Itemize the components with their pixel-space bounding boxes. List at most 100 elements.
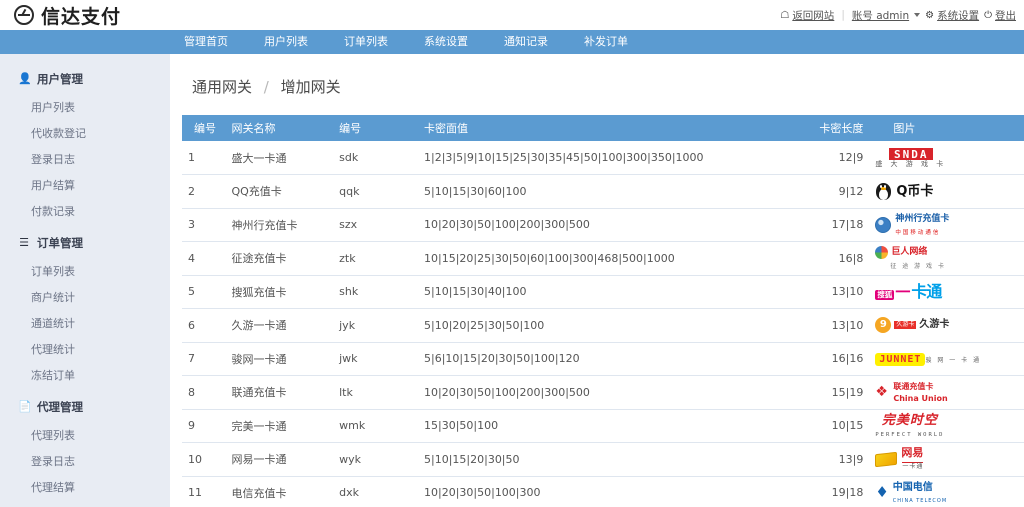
logo-sohu: 搜狐一卡通	[875, 281, 942, 301]
cell-code: sdk	[333, 141, 418, 175]
header-actions: ☖ 返回网站 | 账号 admin ⚙ 系统设置 ⏻ 登出	[780, 0, 1016, 30]
sidebar-item-agent-loginlog[interactable]: 登录日志	[0, 448, 170, 474]
back-to-site-label: 返回网站	[792, 9, 835, 22]
unicom-knot-icon: ❖	[875, 383, 888, 400]
table-row: 1 盛大一卡通 sdk 1|2|3|5|9|10|15|25|30|35|45|50|…	[182, 141, 1024, 175]
nav-item-reissue[interactable]: 补发订单	[566, 30, 646, 54]
logo-szx: 神州行充值卡 中国移动通信	[875, 212, 1024, 237]
globe-icon	[875, 216, 892, 233]
table-row: 7 骏网一卡通 jwk 5|6|10|15|20|30|50|100|120 16|16…	[182, 342, 1024, 376]
breadcrumb-parent[interactable]: 通用网关	[192, 78, 252, 96]
cell-length: 13|10	[765, 275, 870, 309]
top-header: 信达支付 ☖ 返回网站 | 账号 admin ⚙ 系统设置 ⏻ 登出	[0, 0, 1024, 30]
cell-num: 6	[182, 308, 226, 343]
sidebar-item-user-list[interactable]: 用户列表	[0, 94, 170, 120]
cell-face: 1|2|3|5|9|10|15|25|30|35|45|50|100|300|3…	[418, 141, 766, 175]
cell-length: 19|18	[765, 476, 870, 507]
sidebar-item-merchant-stat[interactable]: 商户统计	[0, 284, 170, 310]
logo-zhengtu: 巨人网络征 途 游 戏 卡	[875, 246, 946, 270]
cell-length: 12|9	[765, 141, 870, 175]
brand-logo[interactable]: 信达支付	[14, 2, 121, 29]
back-to-site-button[interactable]: ☖ 返回网站	[780, 8, 834, 23]
sidebar-item-payment-log[interactable]: 付款记录	[0, 198, 170, 224]
cell-name: QQ充值卡	[225, 174, 334, 209]
page-body: 👤 用户管理 用户列表 代收款登记 登录日志 用户结算 付款记录 ☰ 订单管理 …	[0, 54, 1024, 507]
gear-icon: ⚙	[925, 9, 935, 21]
cell-face: 10|20|30|50|100|200|300|500	[418, 208, 766, 242]
sidebar-head-orders[interactable]: ☰ 订单管理	[0, 228, 170, 258]
sidebar-item-agent-stat[interactable]: 代理统计	[0, 336, 170, 362]
cell-face: 5|10|15|30|60|100	[418, 174, 766, 209]
cell-image: 神州行充值卡 中国移动通信	[869, 208, 1024, 242]
cell-image: ♦ 中国电信 CHINA TELECOM	[869, 476, 1024, 507]
sidebar-head-orders-label: 订单管理	[37, 236, 83, 250]
account-menu[interactable]: 账号 admin	[851, 8, 921, 23]
cell-length: 13|10	[765, 308, 870, 343]
nav-item-settings[interactable]: 系统设置	[406, 30, 486, 54]
cell-code: wyk	[333, 442, 418, 477]
sidebar-item-login-log[interactable]: 登录日志	[0, 146, 170, 172]
logo-junnet: JUNNET 骏 网 一 卡 通	[875, 353, 981, 367]
sidebar-item-agent-list[interactable]: 代理列表	[0, 422, 170, 448]
sidebar-item-user-settle[interactable]: 用户结算	[0, 172, 170, 198]
flower-icon	[875, 246, 889, 260]
card-icon	[875, 451, 898, 467]
cell-num: 7	[182, 342, 226, 376]
sidebar-item-channel-stat[interactable]: 通道统计	[0, 310, 170, 336]
sidebar-group-users: 👤 用户管理 用户列表 代收款登记 登录日志 用户结算 付款记录	[0, 64, 170, 224]
cell-name: 搜狐充值卡	[225, 275, 334, 309]
logo-perfect-world: 完美时空 PERFECT WORLD	[875, 412, 945, 438]
cell-image: 9 久游卡 久游卡	[869, 308, 1024, 343]
cell-image: 完美时空 PERFECT WORLD	[869, 409, 1024, 443]
main-content: 通用网关 / 增加网关 编号 网关名称 编号 卡密面值 卡密长度 图片 操作	[170, 54, 1024, 507]
gateway-table-wrapper: 编号 网关名称 编号 卡密面值 卡密长度 图片 操作 1盛大一卡通sdk1|2|…	[170, 115, 1024, 507]
cell-name: 完美一卡通	[225, 409, 334, 443]
chevron-down-icon	[914, 13, 921, 17]
system-settings-button[interactable]: ⚙ 系统设置	[925, 8, 979, 23]
nav-item-user-list[interactable]: 用户列表	[246, 30, 326, 54]
logo-qcoin: Q币卡	[875, 182, 1024, 201]
sidebar-item-collection[interactable]: 代收款登记	[0, 120, 170, 146]
sidebar-head-users[interactable]: 👤 用户管理	[0, 64, 170, 94]
user-icon: 👤	[18, 72, 32, 85]
cell-num: 9	[182, 409, 226, 443]
cell-face: 10|20|30|50|100|300	[418, 476, 766, 507]
cell-length: 16|16	[765, 342, 870, 376]
nav-item-order-list[interactable]: 订单列表	[326, 30, 406, 54]
table-row: 10 网易一卡通 wyk 5|10|15|20|30|50 13|9 网易 一卡通	[182, 442, 1024, 477]
sidebar-item-agent-payment[interactable]: 付款记录	[0, 500, 170, 507]
cell-face: 5|6|10|15|20|30|50|100|120	[418, 342, 766, 376]
cell-num: 5	[182, 275, 226, 309]
cell-length: 13|9	[765, 442, 870, 477]
cell-name: 骏网一卡通	[225, 342, 334, 376]
sidebar-group-agents: 📄 代理管理 代理列表 登录日志 代理结算 付款记录	[0, 392, 170, 507]
nav-item-notices[interactable]: 通知记录	[486, 30, 566, 54]
col-header-image: 图片	[869, 115, 1024, 141]
cell-code: szx	[333, 208, 418, 242]
cell-num: 11	[182, 476, 226, 507]
logo-jiuyou: 9 久游卡 久游卡	[875, 317, 1024, 334]
logout-button[interactable]: ⏻ 登出	[984, 8, 1016, 23]
logout-label: 登出	[995, 9, 1016, 22]
sidebar-item-agent-settle[interactable]: 代理结算	[0, 474, 170, 500]
cell-code: ltk	[333, 375, 418, 410]
cell-num: 8	[182, 375, 226, 410]
sidebar-head-agents[interactable]: 📄 代理管理	[0, 392, 170, 422]
circle-logo-icon	[14, 5, 34, 25]
cell-name: 盛大一卡通	[225, 141, 334, 175]
sidebar-item-frozen-orders[interactable]: 冻结订单	[0, 362, 170, 388]
nav-item-dashboard[interactable]: 管理首页	[176, 30, 246, 54]
cell-code: qqk	[333, 174, 418, 209]
account-label: 账号 admin	[851, 9, 910, 22]
col-header-length: 卡密长度	[765, 115, 870, 141]
sidebar-item-order-list[interactable]: 订单列表	[0, 258, 170, 284]
cell-face: 10|15|20|25|30|50|60|100|300|468|500|100…	[418, 241, 766, 276]
cell-name: 联通充值卡	[225, 375, 334, 410]
cell-image: Q币卡	[869, 174, 1024, 209]
col-header-num: 编号	[182, 115, 226, 141]
cell-num: 4	[182, 241, 226, 276]
cell-image: 网易 一卡通	[869, 442, 1024, 477]
sidebar-head-agents-label: 代理管理	[37, 400, 83, 414]
logo-netease: 网易 一卡通	[875, 447, 1024, 471]
breadcrumb-separator: /	[263, 78, 269, 96]
